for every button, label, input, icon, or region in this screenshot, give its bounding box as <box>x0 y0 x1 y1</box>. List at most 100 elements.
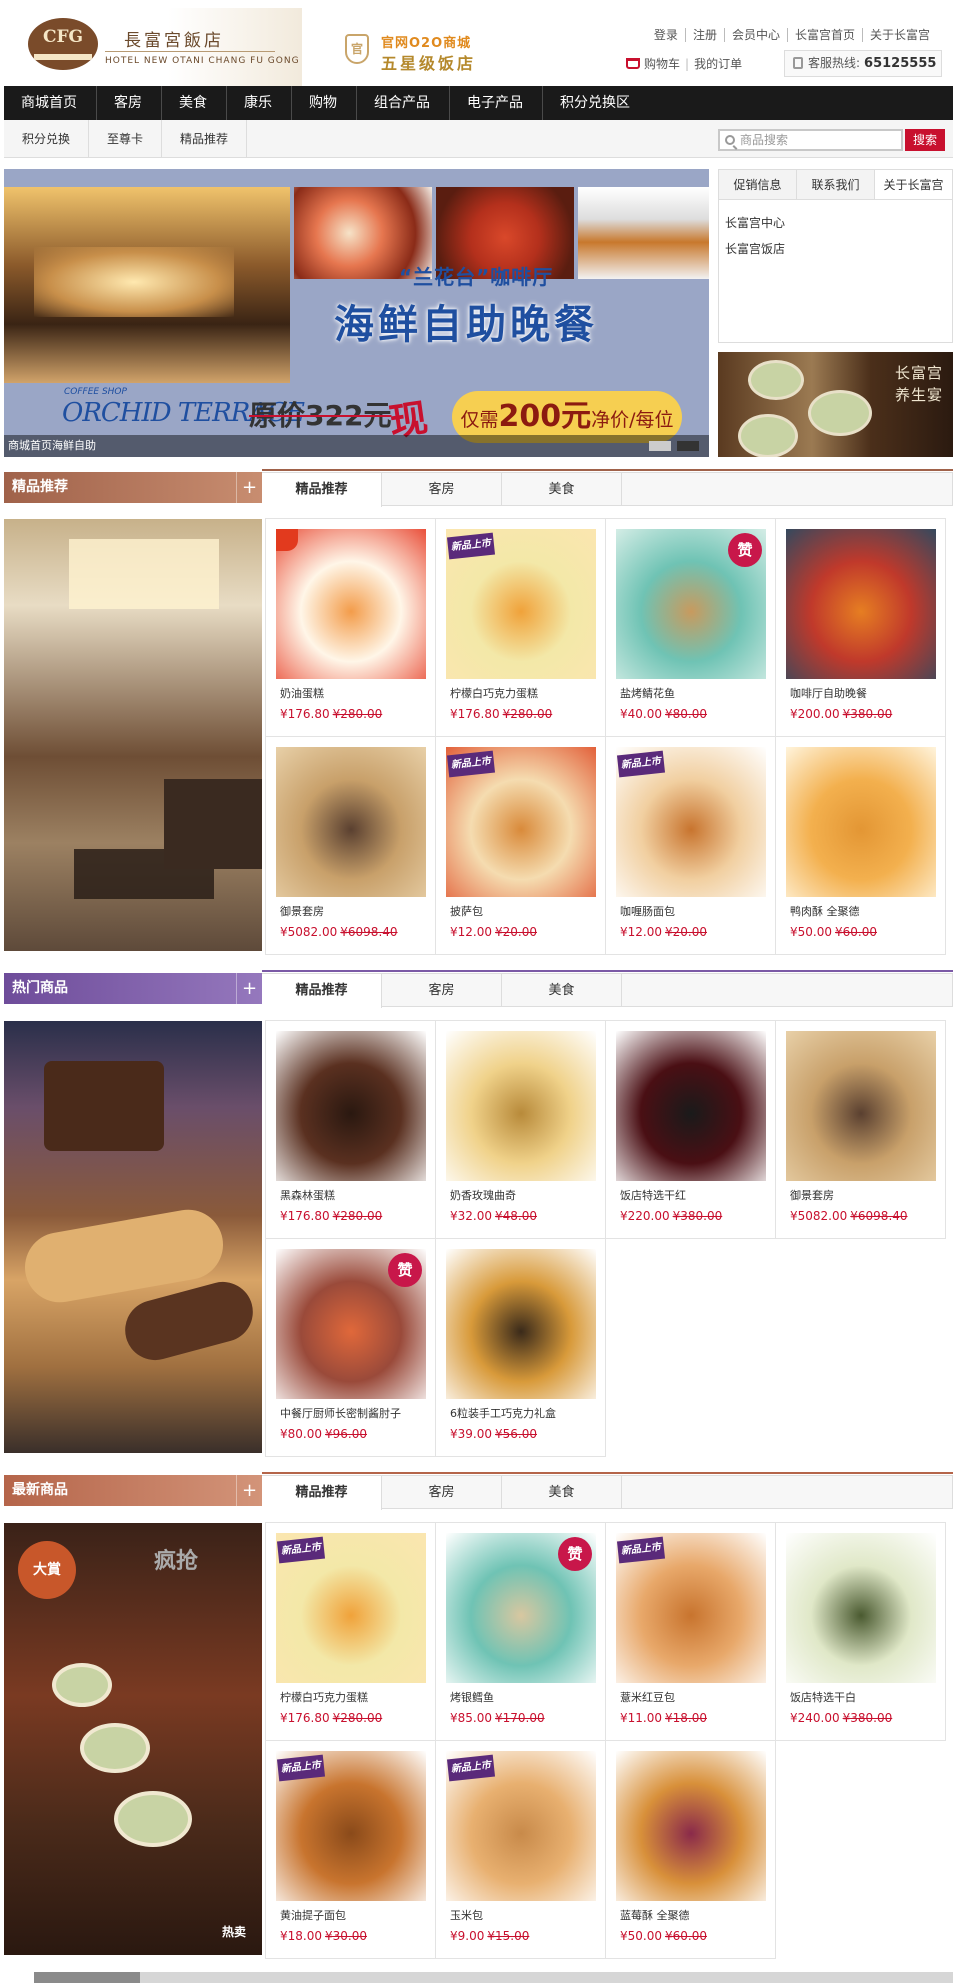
tab-contact[interactable]: 联系我们 <box>797 170 875 199</box>
tab-about[interactable]: 关于长富宫 <box>875 170 952 199</box>
plus-icon[interactable]: + <box>236 1475 262 1506</box>
product-image[interactable]: 赞 <box>276 1249 426 1399</box>
cart-link[interactable]: 购物车 <box>644 57 680 71</box>
pastry-image[interactable] <box>4 1021 262 1453</box>
product-name[interactable]: 鸭肉酥 全聚德 <box>790 903 860 919</box>
horizontal-scrollbar[interactable] <box>34 1972 953 1983</box>
product-image[interactable]: 新品上市 <box>446 1751 596 1901</box>
nav-item-combo[interactable]: 组合产品 <box>357 86 450 120</box>
product-card[interactable]: 御景套房 ¥5082.00 ¥6098.40 <box>775 1020 946 1239</box>
slide-dot-1[interactable] <box>649 441 671 451</box>
about-link[interactable]: 关于长富宫 <box>861 28 937 42</box>
product-name[interactable]: 柠檬白巧克力蛋糕 <box>280 1689 368 1705</box>
product-card[interactable]: 新品上市 黄油提子面包 ¥18.00 ¥30.00 <box>265 1740 436 1959</box>
tab-featured[interactable]: 精品推荐 <box>262 1476 382 1510</box>
product-card[interactable]: 御景套房 ¥5082.00 ¥6098.40 <box>265 736 436 955</box>
hotel-logo[interactable]: CFG 長富宮飯店 HOTEL NEW OTANI CHANG FU GONG <box>4 8 302 86</box>
product-image[interactable]: 新品上市 <box>616 747 766 897</box>
nav-item-electronic[interactable]: 电子产品 <box>450 86 543 120</box>
product-image[interactable] <box>786 1031 936 1181</box>
product-name[interactable]: 黄油提子面包 <box>280 1907 346 1923</box>
product-card[interactable]: 新品上市 咖喱肠面包 ¥12.00 ¥20.00 <box>605 736 776 955</box>
subnav-featured[interactable]: 精品推荐 <box>162 120 248 158</box>
product-card[interactable]: 鸭肉酥 全聚德 ¥50.00 ¥60.00 <box>775 736 946 955</box>
product-card[interactable]: 6粒装手工巧克力礼盒 ¥39.00 ¥56.00 <box>435 1238 606 1457</box>
product-card[interactable]: 奶香玫瑰曲奇 ¥32.00 ¥48.00 <box>435 1020 606 1239</box>
product-card[interactable]: 新品上市 玉米包 ¥9.00 ¥15.00 <box>435 1740 606 1959</box>
plus-icon[interactable]: + <box>236 472 262 503</box>
tab-featured[interactable]: 精品推荐 <box>262 974 382 1008</box>
tea-set-image[interactable]: 大賞 疯抢 热卖 <box>4 1523 262 1955</box>
tab-featured[interactable]: 精品推荐 <box>262 473 382 507</box>
side-link-center[interactable]: 长富宫中心 <box>725 210 946 236</box>
scrollbar-thumb[interactable] <box>34 1972 140 1983</box>
product-card[interactable]: 新品上市 披萨包 ¥12.00 ¥20.00 <box>435 736 606 955</box>
search-input[interactable]: 商品搜索 <box>718 129 903 151</box>
product-name[interactable]: 中餐厅厨师长密制酱肘子 <box>280 1405 401 1421</box>
product-image[interactable] <box>616 1031 766 1181</box>
product-name[interactable]: 柠檬白巧克力蛋糕 <box>450 685 538 701</box>
nav-item-home[interactable]: 商城首页 <box>4 86 97 120</box>
product-name[interactable]: 御景套房 <box>790 1187 834 1203</box>
product-image[interactable] <box>276 529 426 679</box>
product-name[interactable]: 玉米包 <box>450 1907 483 1923</box>
home-link[interactable]: 长富宫首页 <box>786 28 862 42</box>
product-name[interactable]: 饭店特选干白 <box>790 1689 856 1705</box>
product-image[interactable] <box>786 747 936 897</box>
product-image[interactable]: 新品上市 <box>446 529 596 679</box>
nav-item-shopping[interactable]: 购物 <box>292 86 357 120</box>
hero-banner[interactable]: “兰花台”咖啡厅 海鲜自助晚餐 COFFEE SHOP ORCHID TERRA… <box>4 169 709 457</box>
product-name[interactable]: 披萨包 <box>450 903 483 919</box>
tab-rooms[interactable]: 客房 <box>382 974 502 1006</box>
subnav-points[interactable]: 积分兑换 <box>4 120 90 158</box>
product-card[interactable]: 蓝莓酥 全聚德 ¥50.00 ¥60.00 <box>605 1740 776 1959</box>
product-name[interactable]: 御景套房 <box>280 903 324 919</box>
product-image[interactable]: 赞 <box>446 1533 596 1683</box>
product-name[interactable]: 蓝莓酥 全聚德 <box>620 1907 690 1923</box>
subnav-vip-card[interactable]: 至尊卡 <box>89 120 163 158</box>
product-image[interactable] <box>276 1031 426 1181</box>
product-card[interactable]: 饭店特选干红 ¥220.00 ¥380.00 <box>605 1020 776 1239</box>
side-link-hotel[interactable]: 长富宫饭店 <box>725 236 946 262</box>
product-name[interactable]: 黑森林蛋糕 <box>280 1187 335 1203</box>
product-card[interactable]: 赞中餐厅厨师长密制酱肘子 ¥80.00 ¥96.00 <box>265 1238 436 1457</box>
product-name[interactable]: 奶香玫瑰曲奇 <box>450 1187 516 1203</box>
product-name[interactable]: 饭店特选干红 <box>620 1187 686 1203</box>
product-name[interactable]: 盐烤鲭花鱼 <box>620 685 675 701</box>
product-image[interactable] <box>446 1249 596 1399</box>
product-name[interactable]: 薏米红豆包 <box>620 1689 675 1705</box>
product-image[interactable]: 新品上市 <box>616 1533 766 1683</box>
product-image[interactable] <box>786 1533 936 1683</box>
tab-promotions[interactable]: 促销信息 <box>719 170 797 199</box>
product-image[interactable] <box>446 1031 596 1181</box>
product-card[interactable]: 咖啡厅自助晚餐 ¥200.00 ¥380.00 <box>775 518 946 737</box>
product-image[interactable]: 新品上市 <box>446 747 596 897</box>
tab-food[interactable]: 美食 <box>502 1476 622 1508</box>
plus-icon[interactable]: + <box>236 973 262 1004</box>
tab-food[interactable]: 美食 <box>502 974 622 1006</box>
product-card[interactable]: 奶油蛋糕 ¥176.80 ¥280.00 <box>265 518 436 737</box>
side-ad-banner[interactable]: 长富宫 养生宴 <box>718 352 953 457</box>
tab-rooms[interactable]: 客房 <box>382 473 502 505</box>
product-card[interactable]: 新品上市 柠檬白巧克力蛋糕 ¥176.80 ¥280.00 <box>265 1522 436 1741</box>
product-card[interactable]: 新品上市 薏米红豆包 ¥11.00 ¥18.00 <box>605 1522 776 1741</box>
product-image[interactable] <box>616 1751 766 1901</box>
cart-icon[interactable] <box>626 58 640 69</box>
nav-item-points[interactable]: 积分兑换区 <box>543 86 649 120</box>
product-card[interactable]: 黑森林蛋糕 ¥176.80 ¥280.00 <box>265 1020 436 1239</box>
tab-rooms[interactable]: 客房 <box>382 1476 502 1508</box>
search-button[interactable]: 搜索 <box>905 129 945 151</box>
login-link[interactable]: 登录 <box>647 28 685 42</box>
product-card[interactable]: 饭店特选干白 ¥240.00 ¥380.00 <box>775 1522 946 1741</box>
tab-food[interactable]: 美食 <box>502 473 622 505</box>
product-name[interactable]: 烤银鳕鱼 <box>450 1689 494 1705</box>
slide-dot-2[interactable] <box>677 441 699 451</box>
product-card[interactable]: 赞盐烤鲭花鱼 ¥40.00 ¥80.00 <box>605 518 776 737</box>
product-name[interactable]: 6粒装手工巧克力礼盒 <box>450 1405 556 1421</box>
product-image[interactable] <box>276 747 426 897</box>
hotel-suite-image[interactable] <box>4 519 262 951</box>
product-name[interactable]: 咖啡厅自助晚餐 <box>790 685 867 701</box>
product-card[interactable]: 赞烤银鳕鱼 ¥85.00 ¥170.00 <box>435 1522 606 1741</box>
orders-link[interactable]: 我的订单 <box>694 57 742 71</box>
member-center-link[interactable]: 会员中心 <box>723 28 787 42</box>
